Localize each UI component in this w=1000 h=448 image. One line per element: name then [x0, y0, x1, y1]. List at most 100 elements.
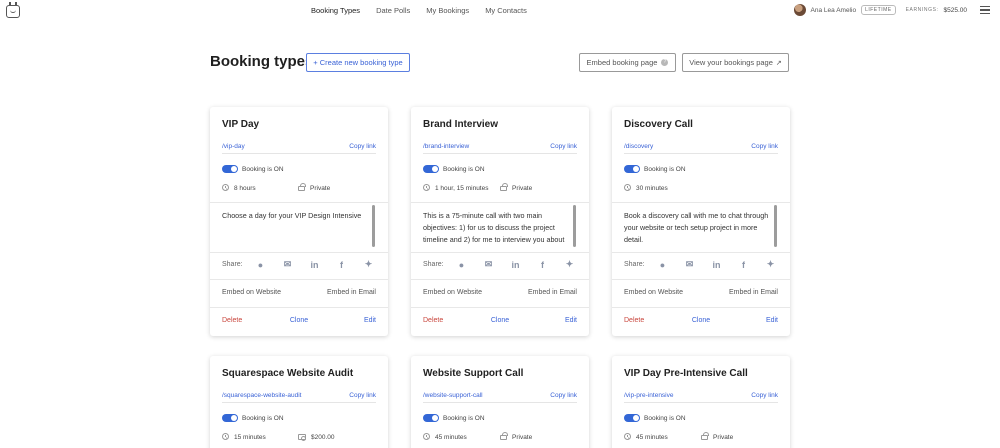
card-slug[interactable]: /vip-day	[222, 143, 245, 150]
calendar-logo-icon[interactable]	[6, 2, 20, 18]
facebook-icon[interactable]: f	[336, 259, 347, 270]
toggle-label: Booking is ON	[644, 166, 686, 173]
copy-link-button[interactable]: Copy link	[349, 143, 376, 150]
description-scrollbar[interactable]	[372, 205, 375, 247]
card-duration: 15 minutes	[234, 434, 266, 441]
card-slug[interactable]: /discovery	[624, 143, 653, 150]
comment-icon[interactable]: ●	[456, 259, 467, 270]
clone-button[interactable]: Clone	[411, 317, 589, 324]
edit-button[interactable]: Edit	[766, 317, 778, 324]
embed-in-email-link[interactable]: Embed in Email	[327, 289, 376, 296]
toggle-label: Booking is ON	[644, 415, 686, 422]
email-icon[interactable]: ✉	[684, 259, 695, 270]
page-title: Booking types	[210, 53, 314, 70]
clock-icon	[222, 433, 229, 440]
clone-button[interactable]: Clone	[210, 317, 388, 324]
comment-icon[interactable]: ●	[255, 259, 266, 270]
card-duration: 45 minutes	[636, 434, 668, 441]
description-scrollbar[interactable]	[774, 205, 777, 247]
user-name[interactable]: Ana Lea Amelio	[811, 7, 857, 14]
avatar[interactable]	[793, 4, 806, 16]
booking-card: Website Support Call /website-support-ca…	[411, 356, 589, 448]
earnings-label: EARNINGS:	[905, 7, 939, 13]
nav-my-contacts[interactable]: My Contacts	[485, 6, 527, 15]
copy-link-button[interactable]: Copy link	[751, 392, 778, 399]
card-slug[interactable]: /brand-interview	[423, 143, 469, 150]
plan-badge: LIFETIME	[861, 5, 896, 15]
comment-icon[interactable]: ●	[657, 259, 668, 270]
card-description: Book a discovery call with me to chat th…	[624, 211, 769, 244]
lock-icon	[701, 432, 709, 440]
card-visibility: Private	[512, 434, 533, 441]
card-slug[interactable]: /vip-pre-intensive	[624, 392, 674, 399]
embed-in-email-link[interactable]: Embed in Email	[729, 289, 778, 296]
help-icon: ?	[661, 59, 669, 66]
embed-on-website-link[interactable]: Embed on Website	[423, 289, 482, 296]
lock-icon	[500, 432, 508, 440]
toggle-label: Booking is ON	[443, 166, 485, 173]
main-nav: Booking Types Date Polls My Bookings My …	[311, 6, 527, 15]
embed-button-label: Embed booking page	[586, 58, 658, 67]
copy-link-button[interactable]: Copy link	[349, 392, 376, 399]
facebook-icon[interactable]: f	[537, 259, 548, 270]
embed-in-email-link[interactable]: Embed in Email	[528, 289, 577, 296]
user-area: Ana Lea Amelio LIFETIME EARNINGS: $525.0…	[793, 4, 990, 16]
booking-card: Squarespace Website Audit /squarespace-w…	[210, 356, 388, 448]
edit-button[interactable]: Edit	[364, 317, 376, 324]
booking-toggle[interactable]	[624, 414, 640, 422]
create-button-label: + Create new booking type	[313, 58, 403, 67]
booking-toggle[interactable]	[423, 414, 439, 422]
twitter-icon[interactable]: ✦	[363, 259, 374, 270]
embed-on-website-link[interactable]: Embed on Website	[624, 289, 683, 296]
email-icon[interactable]: ✉	[483, 259, 494, 270]
booking-toggle[interactable]	[222, 165, 238, 173]
card-duration: 45 minutes	[435, 434, 467, 441]
twitter-icon[interactable]: ✦	[765, 259, 776, 270]
booking-card: Brand Interview /brand-interview Copy li…	[411, 107, 589, 336]
linkedin-icon[interactable]: in	[510, 259, 521, 270]
linkedin-icon[interactable]: in	[711, 259, 722, 270]
clone-button[interactable]: Clone	[612, 317, 790, 324]
description-scrollbar[interactable]	[573, 205, 576, 247]
booking-toggle[interactable]	[222, 414, 238, 422]
nav-my-bookings[interactable]: My Bookings	[426, 6, 469, 15]
share-label: Share:	[222, 261, 243, 268]
twitter-icon[interactable]: ✦	[564, 259, 575, 270]
hamburger-menu-icon[interactable]	[980, 6, 990, 14]
card-description: Choose a day for your VIP Design Intensi…	[222, 211, 362, 220]
nav-date-polls[interactable]: Date Polls	[376, 6, 410, 15]
share-label: Share:	[423, 261, 444, 268]
copy-link-button[interactable]: Copy link	[751, 143, 778, 150]
top-bar: Booking Types Date Polls My Bookings My …	[0, 0, 1000, 24]
toggle-label: Booking is ON	[242, 415, 284, 422]
booking-card: Discovery Call /discovery Copy link Book…	[612, 107, 790, 336]
view-bookings-page-button[interactable]: View your bookings page ↗	[682, 53, 789, 72]
booking-toggle[interactable]	[624, 165, 640, 173]
email-icon[interactable]: ✉	[282, 259, 293, 270]
clock-icon	[222, 184, 229, 191]
card-title: VIP Day Pre-Intensive Call	[624, 368, 748, 379]
card-slug[interactable]: /website-support-call	[423, 392, 483, 399]
lock-icon	[500, 183, 508, 191]
view-button-label: View your bookings page	[689, 58, 773, 67]
linkedin-icon[interactable]: in	[309, 259, 320, 270]
price-icon	[298, 434, 306, 441]
card-description: This is a 75-minute call with two main o…	[423, 211, 565, 248]
card-duration: 8 hours	[234, 185, 256, 192]
earnings-value: $525.00	[943, 6, 968, 14]
copy-link-button[interactable]: Copy link	[550, 392, 577, 399]
toggle-label: Booking is ON	[443, 415, 485, 422]
embed-booking-page-button[interactable]: Embed booking page ?	[579, 53, 676, 72]
card-title: Website Support Call	[423, 368, 524, 379]
copy-link-button[interactable]: Copy link	[550, 143, 577, 150]
facebook-icon[interactable]: f	[738, 259, 749, 270]
nav-booking-types[interactable]: Booking Types	[311, 6, 360, 15]
card-title: Squarespace Website Audit	[222, 368, 354, 379]
create-booking-type-button[interactable]: + Create new booking type	[306, 53, 410, 72]
card-slug[interactable]: /squarespace-website-audit	[222, 392, 302, 399]
booking-toggle[interactable]	[423, 165, 439, 173]
card-duration: 1 hour, 15 minutes	[435, 185, 489, 192]
edit-button[interactable]: Edit	[565, 317, 577, 324]
embed-on-website-link[interactable]: Embed on Website	[222, 289, 281, 296]
card-duration: 30 minutes	[636, 185, 668, 192]
